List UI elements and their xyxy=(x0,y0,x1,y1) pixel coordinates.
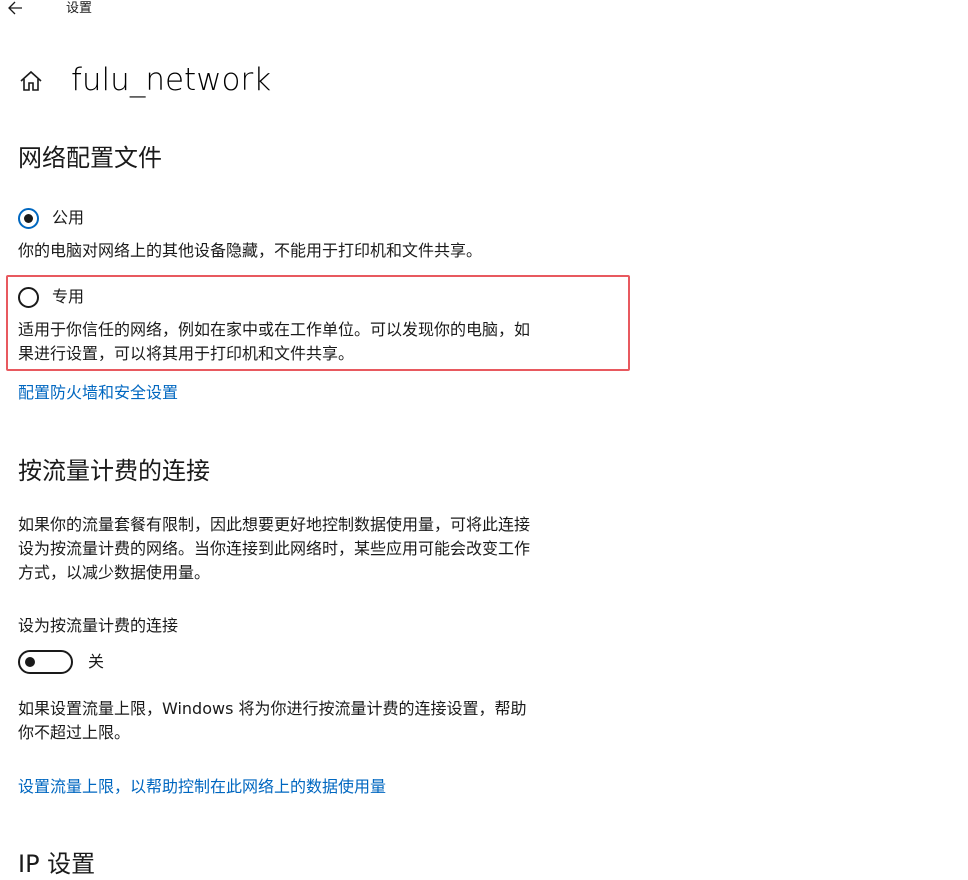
metered-heading: 按流量计费的连接 xyxy=(18,457,210,485)
data-limit-link[interactable]: 设置流量上限，以帮助控制在此网络上的数据使用量 xyxy=(18,775,386,799)
app-title: 设置 xyxy=(66,1,93,16)
back-button[interactable] xyxy=(6,0,30,18)
metered-description-line3: 方式，以减少数据使用量。 xyxy=(18,563,211,582)
radio-public-label: 公用 xyxy=(52,208,85,227)
radio-private[interactable]: 专用 xyxy=(18,286,84,308)
toggle-knob xyxy=(25,657,35,667)
radio-public-indicator[interactable] xyxy=(18,207,39,229)
page-title: fulu_network xyxy=(71,62,272,98)
metered-toggle[interactable] xyxy=(18,650,73,674)
metered-toggle-label: 设为按流量计费的连接 xyxy=(18,616,179,635)
radio-public[interactable]: 公用 xyxy=(18,207,84,229)
limit-description-line1: 如果设置流量上限，Windows 将为你进行按流量计费的连接设置，帮助 xyxy=(18,699,527,718)
metered-description-line1: 如果你的流量套餐有限制，因此想要更好地控制数据使用量，可将此连接 xyxy=(18,515,531,534)
private-description-line2: 果进行设置，可以将其用于打印机和文件共享。 xyxy=(18,344,355,363)
radio-private-indicator[interactable] xyxy=(18,286,39,308)
firewall-settings-link[interactable]: 配置防火墙和安全设置 xyxy=(18,381,178,405)
home-icon xyxy=(18,68,44,94)
public-description: 你的电脑对网络上的其他设备隐藏，不能用于打印机和文件共享。 xyxy=(18,241,483,260)
radio-private-label: 专用 xyxy=(52,287,85,306)
arrow-left-icon xyxy=(8,1,22,15)
network-profile-heading: 网络配置文件 xyxy=(18,144,162,172)
metered-description-line2: 设为按流量计费的网络。当你连接到此网络时，某些应用可能会改变工作 xyxy=(18,539,531,558)
limit-description-line2: 你不超过上限。 xyxy=(18,723,131,742)
toggle-state-label: 关 xyxy=(88,652,105,671)
ip-settings-heading: IP 设置 xyxy=(18,850,96,878)
private-description-line1: 适用于你信任的网络，例如在家中或在工作单位。可以发现你的电脑，如 xyxy=(18,320,531,339)
